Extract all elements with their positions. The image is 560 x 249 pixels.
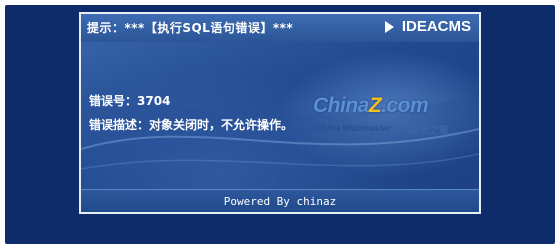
logo-z: Z	[368, 94, 382, 117]
footer-text: Powered By chinaz	[223, 195, 337, 208]
error-description-label: 错误描述：	[89, 118, 150, 132]
title-bar: 提示：***【执行SQL语句错误】*** IDEACMS	[81, 14, 479, 42]
error-code-value: 3704	[137, 94, 171, 108]
chinaz-logo: ChinaZ.com China Webmaster 站长之家	[313, 94, 463, 146]
brand: IDEACMS	[384, 18, 471, 35]
error-description-row: 错误描述：对象关闭时，不允许操作。	[89, 116, 293, 133]
error-code-row: 错误号：3704	[89, 92, 170, 109]
logo-subtitle-cn: 站长之家	[409, 126, 449, 137]
logo-prefix: China	[313, 94, 369, 117]
error-code-label: 错误号：	[89, 94, 138, 108]
brand-name: IDEACMS	[401, 18, 471, 35]
logo-subtitle-en: China Webmaster	[315, 123, 391, 133]
logo-suffix: .com	[381, 94, 429, 117]
logo-wordmark: ChinaZ.com	[313, 94, 429, 118]
play-icon	[384, 20, 394, 33]
dialog-title: 提示：***【执行SQL语句错误】***	[87, 21, 294, 35]
error-description-value: 对象关闭时，不允许操作。	[149, 118, 294, 132]
footer: Powered By chinaz	[81, 189, 479, 212]
page-background: 提示：***【执行SQL语句错误】*** IDEACMS 错误号：3704 错误…	[5, 5, 555, 244]
error-dialog: 提示：***【执行SQL语句错误】*** IDEACMS 错误号：3704 错误…	[79, 12, 481, 214]
